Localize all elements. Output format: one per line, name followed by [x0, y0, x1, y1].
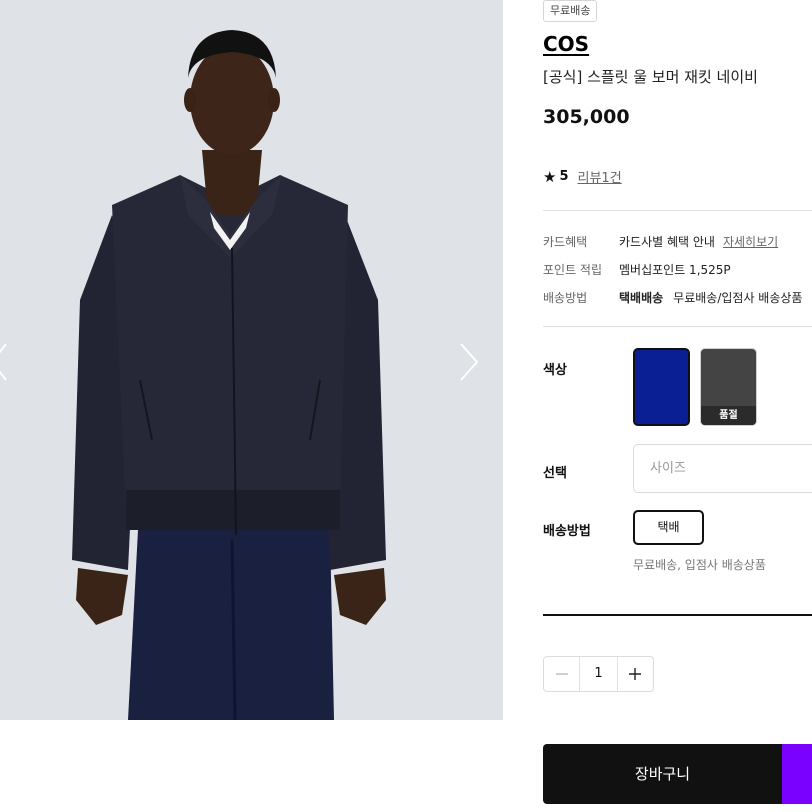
- star-icon: ★: [543, 167, 557, 186]
- free-shipping-badge: 무료배송: [543, 0, 598, 22]
- color-label: 색상: [543, 363, 567, 378]
- product-name: [공식] 스플릿 울 보머 재킷 네이비: [543, 68, 758, 86]
- card-benefit-value: 카드사별 혜택 안내: [619, 235, 715, 249]
- product-info-panel: 무료배송 COS [공식] 스플릿 울 보머 재킷 네이비 305,000 ★ …: [543, 0, 812, 812]
- decrease-quantity-button[interactable]: [544, 657, 579, 691]
- chevron-left-icon: [0, 343, 7, 381]
- buy-now-button[interactable]: [782, 744, 812, 804]
- card-benefit-label: 카드혜택: [543, 235, 588, 249]
- point-label: 포인트 적립: [543, 263, 603, 277]
- delivery-label: 배송방법: [543, 291, 588, 305]
- card-benefit-row: 카드혜택 카드사별 혜택 안내 자세히보기: [543, 233, 778, 250]
- delivery-type: 택배배송: [619, 291, 664, 305]
- point-row: 포인트 적립 멤버십포인트 1,525P: [543, 261, 731, 278]
- delivery-row: 배송방법 택배배송 무료배송/입점사 배송상품: [543, 289, 802, 306]
- card-benefit-detail-link[interactable]: 자세히보기: [723, 233, 778, 250]
- delivery-info: 택배배송 무료배송/입점사 배송상품: [619, 289, 802, 306]
- delivery-value: 무료배송/입점사 배송상품: [673, 291, 803, 305]
- increase-quantity-button[interactable]: [618, 657, 653, 691]
- product-image: [0, 0, 503, 720]
- previous-image-button[interactable]: [0, 340, 14, 384]
- product-price: 305,000: [543, 106, 630, 128]
- quantity-value[interactable]: 1: [579, 657, 618, 691]
- soldout-label: 품절: [701, 406, 756, 425]
- point-value: 멤버십포인트 1,525P: [619, 263, 731, 277]
- size-select[interactable]: 사이즈: [633, 444, 812, 493]
- divider: [543, 210, 812, 211]
- minus-icon: [555, 673, 568, 675]
- rating-summary: ★ 5 리뷰1건: [543, 167, 622, 187]
- shipping-option-button[interactable]: 택배: [633, 510, 704, 545]
- rating-score: 5: [559, 169, 569, 184]
- chevron-right-icon: [460, 343, 479, 381]
- plus-icon: [629, 668, 642, 680]
- section-divider: [543, 614, 812, 616]
- add-to-cart-button[interactable]: 장바구니: [543, 744, 782, 804]
- color-swatch-navy[interactable]: [633, 348, 690, 426]
- color-swatch-grey[interactable]: 품절: [700, 348, 757, 426]
- quantity-stepper: 1: [543, 656, 654, 692]
- product-photo: [0, 0, 503, 720]
- brand-link[interactable]: COS: [543, 32, 589, 56]
- shipping-method-label: 배송방법: [543, 524, 591, 539]
- shipping-note: 무료배송, 입점사 배송상품: [633, 558, 766, 572]
- review-count-link[interactable]: 리뷰1건: [578, 167, 622, 186]
- next-image-button[interactable]: [455, 340, 483, 384]
- select-label: 선택: [543, 466, 567, 481]
- divider: [543, 326, 812, 327]
